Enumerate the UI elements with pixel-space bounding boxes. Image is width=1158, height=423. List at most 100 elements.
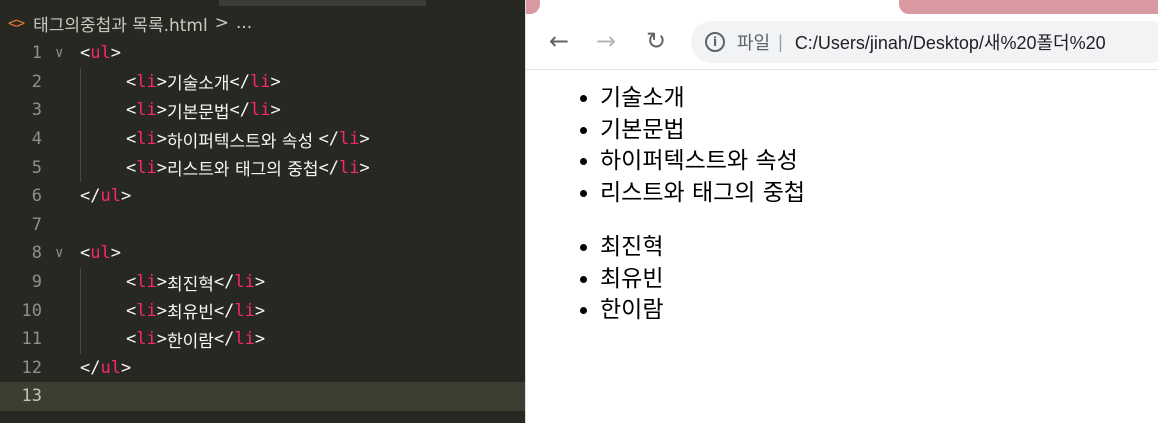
angle-bracket: < (126, 272, 137, 293)
angle-bracket: > (254, 300, 266, 321)
tag-name: li (250, 71, 271, 92)
breadcrumb-file[interactable]: 태그의중첩과 목록.html (33, 11, 208, 36)
code-line[interactable]: 10 < li > 최유빈 </li > (0, 296, 525, 325)
list-item: 하이퍼텍스트와 속성 (600, 146, 1158, 178)
code-line[interactable]: 2 < li > 기술소개 </li > (0, 67, 525, 97)
back-icon[interactable]: ← (542, 24, 576, 58)
code-line[interactable]: 8 ∨ < ul > (0, 239, 525, 268)
line-number: 12 (21, 357, 42, 378)
angle-bracket: > (110, 43, 121, 64)
tag-name: li (136, 157, 157, 178)
code-line[interactable]: 5 < li > 리스트와 태그의 중첩 </li > (0, 153, 525, 182)
tag-name: ul (90, 243, 111, 264)
tag-name: li (339, 157, 360, 178)
fold-chevron-icon[interactable]: ∨ (42, 245, 80, 261)
tag-name: li (136, 300, 157, 321)
code-line[interactable]: 3 < li > 기본문법 </li > (0, 96, 525, 125)
browser-window: ← → ↻ i 파일 | C:/Users/jinah/Desktop/새%20… (525, 0, 1158, 423)
angle-bracket: > (359, 157, 370, 178)
code-text: < li > 기본문법 </li > (80, 98, 281, 123)
breadcrumb-more[interactable]: ... (236, 13, 252, 33)
angle-bracket: > (156, 129, 167, 150)
angle-bracket: > (359, 129, 370, 150)
angle-bracket: < (126, 100, 137, 121)
element-text: 기본문법 (166, 102, 230, 123)
code-line[interactable]: 4 < li > 하이퍼텍스트와 속성 </li > (0, 124, 525, 154)
code-line[interactable]: 1 ∨ < ul > (0, 39, 525, 68)
line-number: 10 (21, 300, 42, 321)
code-editor[interactable]: <> 태그의중첩과 목록.html > ... 1 ∨ < ul >2 < li > 기술소개 <… (0, 0, 525, 423)
indent-guide (80, 267, 81, 297)
html-file-icon: <> (8, 14, 25, 32)
indent-guide (80, 67, 81, 97)
forward-icon[interactable]: → (589, 24, 623, 58)
code-line[interactable]: 11 < li > 한이람 </li > (0, 324, 525, 354)
line-number: 9 (31, 272, 42, 293)
line-number: 8 (31, 243, 42, 264)
address-url[interactable]: C:/Users/jinah/Desktop/새%20폴더%20 (795, 29, 1106, 55)
code-lines[interactable]: 1 ∨ < ul >2 < li > 기술소개 </li >3 < li > 기본문법 </li >4 < li > 하… (0, 39, 525, 411)
tag-name: li (234, 329, 255, 350)
code-line[interactable]: 12 </ul > (0, 354, 525, 383)
angle-bracket: </ (318, 157, 340, 178)
angle-bracket: </ (318, 129, 340, 150)
code-text: < li > 리스트와 태그의 중첩 </li > (80, 155, 370, 181)
angle-bracket: > (156, 157, 167, 178)
list-item: 기술소개 (600, 83, 1158, 115)
list-item: 리스트와 태그의 중첩 (600, 178, 1158, 210)
indent-guide (80, 324, 81, 354)
page-content: 기술소개 기본문법 하이퍼텍스트와 속성 리스트와 태그의 중첩 최진혁 최유빈… (526, 70, 1158, 327)
list-item: 최진혁 (600, 232, 1158, 264)
tag-name: li (136, 272, 157, 293)
code-line[interactable]: 7 (0, 211, 525, 240)
browser-tab[interactable] (899, 0, 1158, 14)
chevron-right-icon: > (214, 13, 229, 33)
angle-bracket: < (126, 300, 137, 321)
list-item: 한이람 (600, 295, 1158, 327)
tag-name: li (234, 272, 255, 293)
code-text: < li > 최유빈 </li > (80, 298, 266, 324)
tag-name: ul (100, 186, 121, 207)
indent-guide (80, 296, 81, 325)
angle-bracket: > (254, 329, 266, 350)
tag-name: li (136, 129, 157, 150)
tag-name: li (250, 100, 271, 121)
angle-bracket: < (126, 71, 137, 92)
angle-bracket: < (80, 243, 91, 264)
tag-name: li (234, 300, 255, 321)
angle-bracket: > (120, 186, 132, 207)
angle-bracket: </ (80, 357, 101, 378)
line-number: 11 (21, 329, 42, 350)
angle-bracket: </ (213, 300, 235, 321)
line-number: 5 (31, 157, 42, 178)
tag-name: ul (90, 43, 111, 64)
element-text: 하이퍼텍스트와 속성 (166, 131, 319, 152)
line-number: 2 (31, 71, 42, 92)
address-bar[interactable]: i 파일 | C:/Users/jinah/Desktop/새%20폴더%20 (691, 21, 1158, 63)
file-label: 파일 (737, 33, 771, 54)
code-text: < li > 기술소개 </li > (80, 69, 281, 95)
angle-bracket: </ (80, 186, 101, 207)
angle-bracket: > (120, 357, 132, 378)
angle-bracket: > (156, 100, 167, 121)
fold-chevron-icon[interactable]: ∨ (42, 45, 80, 61)
line-number: 6 (31, 186, 42, 207)
code-text: < li > 최진혁 </li > (80, 270, 265, 295)
element-text: 최진혁 (166, 274, 214, 295)
tag-name: li (136, 100, 157, 121)
indent-guide (80, 153, 81, 182)
angle-bracket: </ (213, 272, 235, 293)
code-text: < ul > (80, 43, 121, 63)
line-number: 3 (31, 100, 42, 121)
reload-icon[interactable]: ↻ (639, 24, 673, 58)
tag-name: li (136, 329, 157, 350)
angle-bracket: </ (229, 71, 251, 92)
code-text: < li > 한이람 </li > (80, 327, 265, 352)
code-line[interactable]: 6 </ul > (0, 182, 525, 211)
line-number: 1 (31, 43, 42, 64)
list-item: 최유빈 (600, 264, 1158, 296)
code-text: < li > 하이퍼텍스트와 속성 </li > (80, 127, 370, 152)
code-line[interactable]: 13 (0, 382, 525, 411)
code-line[interactable]: 9 < li > 최진혁 </li > (0, 267, 525, 297)
info-icon[interactable]: i (705, 32, 725, 52)
